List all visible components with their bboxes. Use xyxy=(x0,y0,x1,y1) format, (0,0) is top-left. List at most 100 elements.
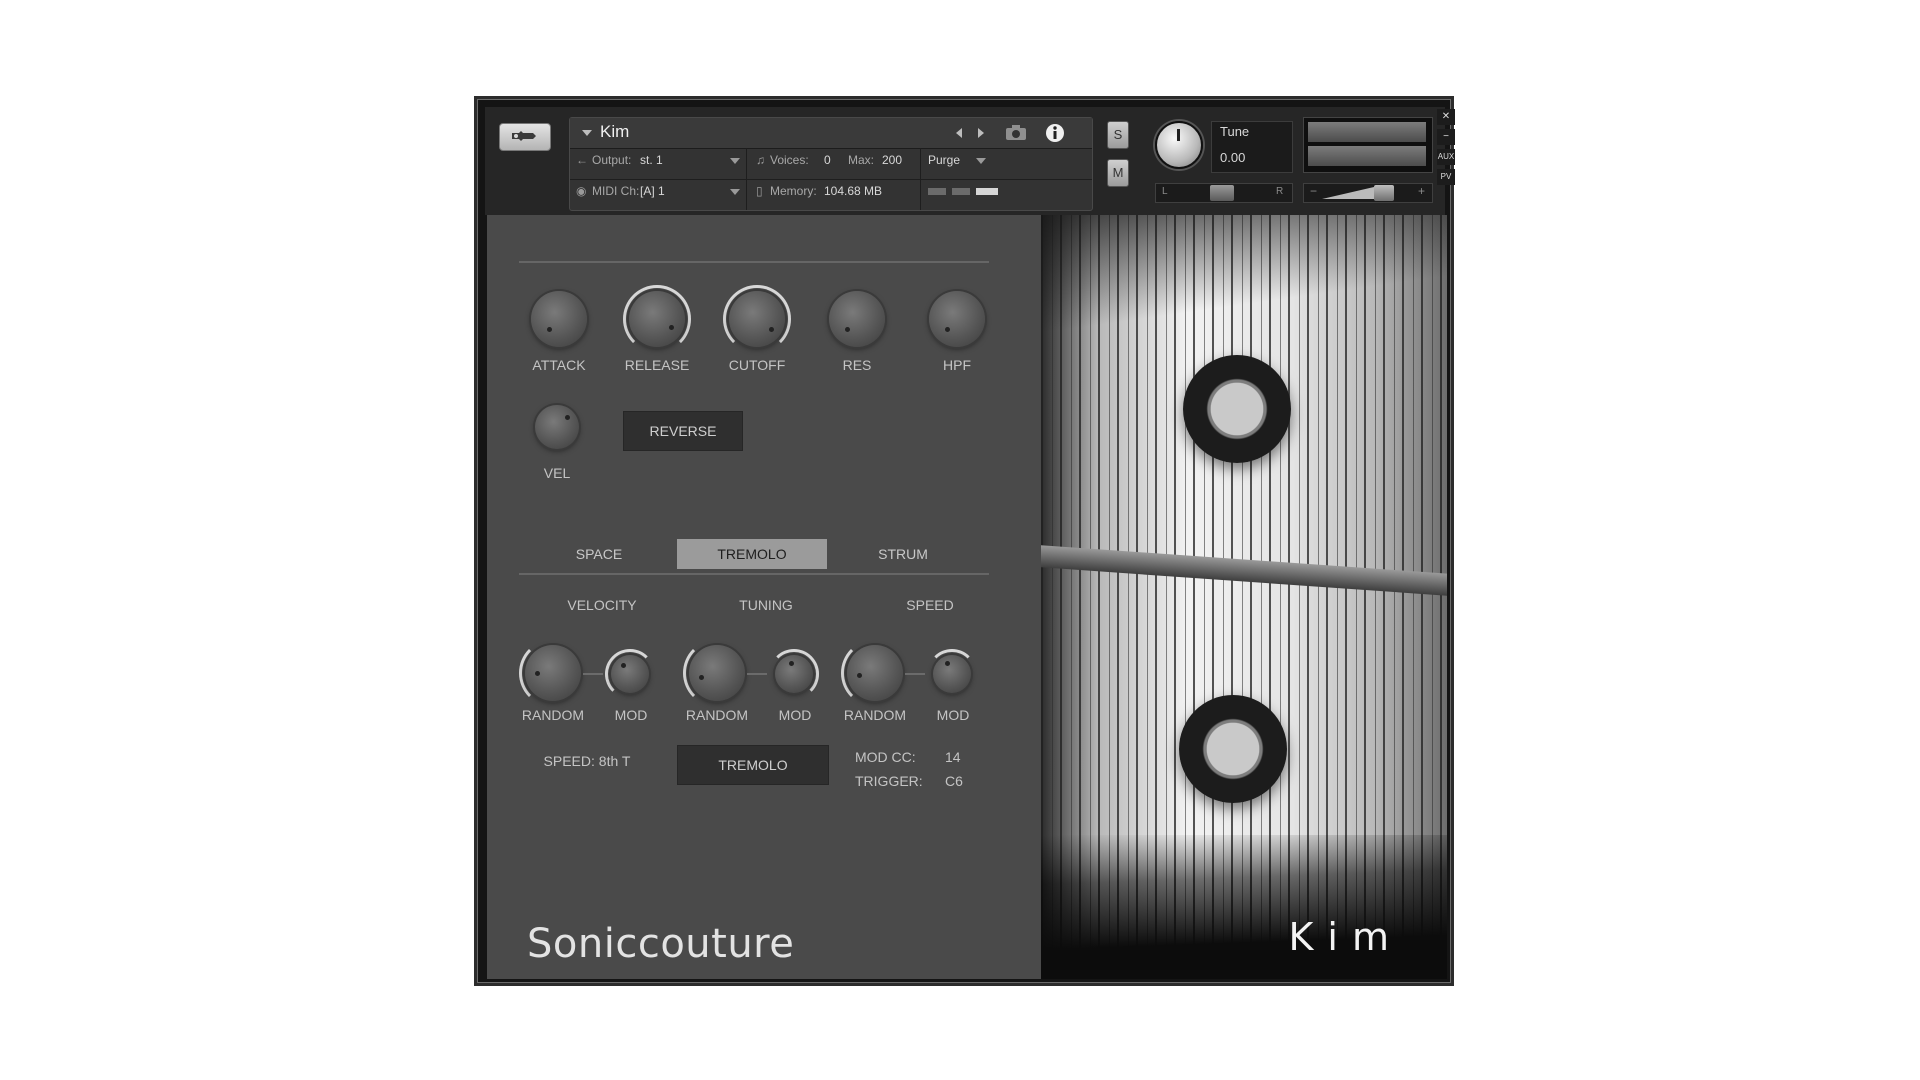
pan-handle[interactable] xyxy=(1210,185,1234,201)
minimize-button[interactable]: − xyxy=(1437,129,1455,145)
brand-logo: Soniccouture xyxy=(527,921,795,967)
instrument-name[interactable]: Kim xyxy=(600,122,629,142)
trigger-value[interactable]: C6 xyxy=(945,773,985,789)
midi-channel-selector[interactable]: [A] 1 xyxy=(640,184,665,198)
midi-dropdown-icon[interactable] xyxy=(730,189,740,195)
vel-label: VEL xyxy=(543,465,571,481)
right-level-meter xyxy=(1308,146,1426,166)
loading-indicator xyxy=(928,188,946,195)
tuning-random-knob[interactable] xyxy=(689,645,745,701)
knob-indicator xyxy=(857,673,862,678)
wrench-icon xyxy=(512,131,536,141)
voices-icon: ♫ xyxy=(756,153,765,167)
info-icon[interactable] xyxy=(1044,122,1066,144)
memory-icon: ▯ xyxy=(756,184,763,198)
knob-indicator xyxy=(699,675,704,680)
res-knob[interactable] xyxy=(829,291,885,347)
upper-medallion xyxy=(1183,355,1291,463)
tab-strum[interactable]: STRUM xyxy=(843,539,963,569)
cutoff-label: CUTOFF xyxy=(728,357,786,373)
tabs-divider xyxy=(519,573,989,575)
pv-button[interactable]: PV xyxy=(1437,169,1455,185)
voices-label: Voices: xyxy=(770,153,809,167)
knob-indicator xyxy=(547,327,552,332)
memory-label: Memory: xyxy=(770,184,817,198)
column-separator xyxy=(746,148,747,210)
kontakt-instrument-window: Kim ← Output: st. 1 ♫ Voices: 0 Max: 200… xyxy=(474,96,1455,986)
control-panel: ATTACK RELEASE CUTOFF RES HPF VEL REVERS… xyxy=(487,215,1041,979)
speed-mod-knob[interactable] xyxy=(933,655,971,693)
volume-minus: − xyxy=(1310,184,1318,198)
knob-connector xyxy=(583,673,603,675)
loading-indicator xyxy=(976,188,998,195)
speed-random-knob[interactable] xyxy=(847,645,903,701)
res-label: RES xyxy=(842,357,872,373)
tuning-mod-knob[interactable] xyxy=(775,655,813,693)
row-separator xyxy=(570,179,1092,180)
tab-tremolo[interactable]: TREMOLO xyxy=(677,539,827,569)
knob-indicator xyxy=(565,415,570,420)
knob-indicator xyxy=(945,661,950,666)
instrument-options-button[interactable] xyxy=(499,123,551,151)
knob-indicator xyxy=(535,671,540,676)
tab-space[interactable]: SPACE xyxy=(539,539,659,569)
modcc-value[interactable]: 14 xyxy=(945,749,985,765)
volume-slider[interactable]: − + xyxy=(1303,183,1433,203)
max-voices-label: Max: xyxy=(848,153,875,167)
knob-connector xyxy=(905,673,925,675)
left-level-meter xyxy=(1308,122,1426,142)
velocity-random-label: RANDOM xyxy=(521,707,585,723)
string-bridge xyxy=(1041,545,1447,597)
cutoff-knob[interactable] xyxy=(729,291,785,347)
hpf-knob[interactable] xyxy=(929,291,985,347)
instrument-name-row: Kim xyxy=(570,118,1092,149)
tremolo-trigger-button[interactable]: TREMOLO xyxy=(677,745,829,785)
camera-icon[interactable] xyxy=(1004,124,1028,142)
tune-display: Tune 0.00 xyxy=(1211,121,1293,173)
volume-plus: + xyxy=(1418,184,1426,198)
volume-ramp xyxy=(1322,187,1374,199)
artwork-shadow xyxy=(1041,215,1447,355)
pan-right-label: R xyxy=(1276,186,1284,197)
output-dropdown-icon[interactable] xyxy=(730,158,740,164)
tune-label: Tune xyxy=(1220,124,1250,139)
attack-knob[interactable] xyxy=(531,291,587,347)
volume-handle[interactable] xyxy=(1374,185,1394,201)
reverse-button[interactable]: REVERSE xyxy=(623,411,743,451)
midi-channel-label: MIDI Ch: xyxy=(592,184,640,198)
modcc-label: MOD CC: xyxy=(855,749,916,765)
knob-indicator xyxy=(789,661,794,666)
purge-dropdown-icon[interactable] xyxy=(976,158,986,164)
speed-value-selector[interactable]: SPEED: 8th T xyxy=(527,753,647,769)
speed-mod-label: MOD xyxy=(936,707,970,723)
mute-button[interactable]: M xyxy=(1107,159,1129,187)
release-knob[interactable] xyxy=(629,291,685,347)
lower-medallion xyxy=(1179,695,1287,803)
loading-indicator xyxy=(952,188,970,195)
tuning-group-title: TUNING xyxy=(739,597,793,613)
tune-value[interactable]: 0.00 xyxy=(1220,150,1245,165)
pan-left-label: L xyxy=(1162,186,1168,197)
solo-button[interactable]: S xyxy=(1107,121,1129,149)
artwork-title: Kim xyxy=(1288,915,1403,959)
output-selector[interactable]: st. 1 xyxy=(640,153,663,167)
instrument-header: Kim ← Output: st. 1 ♫ Voices: 0 Max: 200… xyxy=(485,107,1455,215)
max-voices-value[interactable]: 200 xyxy=(882,153,902,167)
level-meters xyxy=(1303,117,1433,173)
collapse-arrow-icon[interactable] xyxy=(582,130,592,136)
tune-knob[interactable] xyxy=(1155,121,1203,169)
knob-indicator xyxy=(945,327,950,332)
aux-button[interactable]: AUX xyxy=(1437,149,1455,165)
release-label: RELEASE xyxy=(624,357,690,373)
close-button[interactable]: ✕ xyxy=(1437,109,1455,125)
vel-knob[interactable] xyxy=(535,405,579,449)
column-separator xyxy=(920,148,921,210)
next-instrument-icon[interactable] xyxy=(978,128,984,138)
instrument-artwork: Kim xyxy=(1041,215,1447,979)
velocity-random-knob[interactable] xyxy=(525,645,581,701)
velocity-mod-knob[interactable] xyxy=(611,655,649,693)
pan-slider[interactable]: L R xyxy=(1155,183,1293,203)
velocity-group-title: VELOCITY xyxy=(567,597,637,613)
prev-instrument-icon[interactable] xyxy=(956,128,962,138)
purge-menu[interactable]: Purge xyxy=(928,153,960,167)
